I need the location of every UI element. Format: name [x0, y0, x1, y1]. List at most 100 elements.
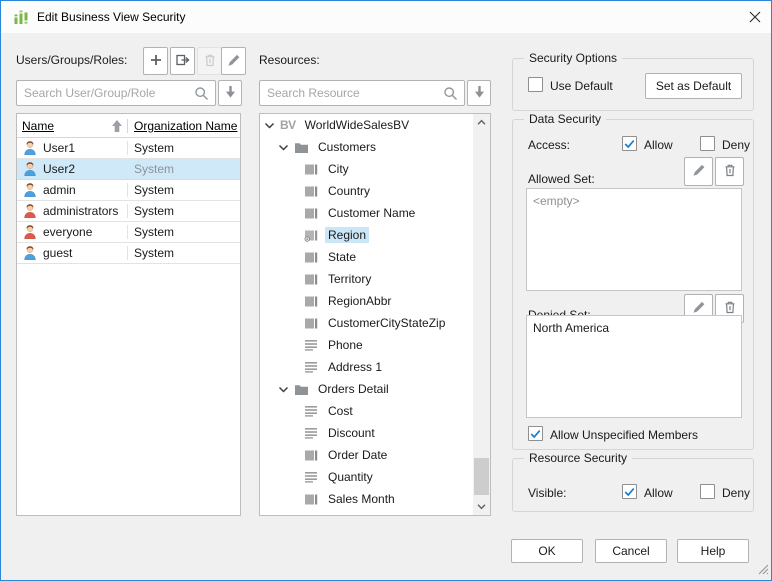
ok-button[interactable]: OK — [511, 539, 583, 563]
detail-field-icon — [304, 338, 319, 352]
tree-item-orders-detail[interactable]: Orders Detail — [260, 378, 473, 400]
help-button[interactable]: Help — [677, 539, 749, 563]
tree-item-phone[interactable]: Phone — [260, 334, 473, 356]
dimension-secured-icon — [304, 228, 319, 242]
cancel-button[interactable]: Cancel — [595, 539, 667, 563]
allow-unspecified-label: Allow Unspecified Members — [550, 428, 698, 442]
export-user-button[interactable] — [170, 47, 195, 75]
search-user-input[interactable] — [17, 86, 194, 100]
business-view-icon: BV — [280, 118, 296, 132]
pencil-icon — [227, 53, 241, 70]
add-user-button[interactable] — [143, 47, 168, 75]
trash-icon — [203, 53, 217, 70]
table-row-user2-selected[interactable]: User2 System — [17, 159, 240, 180]
search-resource-input[interactable] — [260, 86, 443, 100]
dimension-icon — [304, 492, 319, 506]
users-table: Name Organization Name User1 System User… — [16, 113, 241, 516]
edit-allowed-set-button[interactable] — [684, 157, 713, 186]
tree-item-discount[interactable]: Discount — [260, 422, 473, 444]
visible-label: Visible: — [528, 486, 566, 500]
tree-item-customercitystatezip[interactable]: CustomerCityStateZip — [260, 312, 473, 334]
resize-grip[interactable] — [756, 562, 769, 578]
tree-item-cost[interactable]: Cost — [260, 400, 473, 422]
tree-item-territory[interactable]: Territory — [260, 268, 473, 290]
tree-item-sales-month[interactable]: Sales Month — [260, 488, 473, 510]
tree-item-regionabbr[interactable]: RegionAbbr — [260, 290, 473, 312]
edit-user-button[interactable] — [221, 47, 246, 75]
access-deny-checkbox[interactable] — [700, 136, 715, 151]
column-header-organization[interactable]: Organization Name — [127, 119, 240, 133]
resource-security-legend: Resource Security — [524, 451, 632, 465]
table-row-admin[interactable]: admin System — [17, 180, 240, 201]
access-allow-checkbox[interactable] — [622, 136, 637, 151]
delete-user-button[interactable] — [197, 47, 222, 75]
detail-field-icon — [304, 404, 319, 418]
tree-item-address-1[interactable]: Address 1 — [260, 356, 473, 378]
clear-allowed-set-button[interactable] — [715, 157, 744, 186]
visible-allow-checkbox[interactable] — [622, 484, 637, 499]
chevron-down-icon[interactable] — [264, 120, 276, 130]
detail-field-icon — [304, 360, 319, 374]
allow-unspecified-checkbox[interactable] — [528, 426, 543, 441]
plus-icon — [149, 53, 163, 70]
close-icon[interactable] — [743, 6, 767, 28]
chevron-down-icon[interactable] — [278, 384, 290, 394]
dimension-icon — [304, 316, 319, 330]
trash-icon — [723, 163, 737, 180]
person-blue-icon — [22, 161, 38, 177]
tree-item-city[interactable]: City — [260, 158, 473, 180]
visible-deny-label: Deny — [722, 486, 750, 500]
dimension-icon — [304, 294, 319, 308]
set-as-default-button[interactable]: Set as Default — [645, 73, 742, 99]
table-row-everyone[interactable]: everyone System — [17, 222, 240, 243]
denied-set-box[interactable]: North America — [526, 315, 742, 418]
person-blue-icon — [22, 182, 38, 198]
access-label: Access: — [528, 138, 570, 152]
tree-item-quantity[interactable]: Quantity — [260, 466, 473, 488]
tree-item-region-selected[interactable]: Region — [260, 224, 473, 246]
access-allow-label: Allow — [644, 138, 673, 152]
tree-item-partial — [260, 510, 473, 515]
resource-security-group: Resource Security Visible: Allow Deny — [512, 458, 754, 512]
use-default-checkbox[interactable] — [528, 77, 543, 92]
tree-scrollbar[interactable] — [473, 114, 490, 515]
table-row-user1[interactable]: User1 System — [17, 138, 240, 159]
apply-user-search-button[interactable] — [218, 80, 242, 106]
dimension-icon — [304, 448, 319, 462]
tree-item-state[interactable]: State — [260, 246, 473, 268]
scroll-down-icon[interactable] — [473, 498, 490, 515]
column-header-name[interactable]: Name — [17, 119, 127, 133]
tree-item-customer-name[interactable]: Customer Name — [260, 202, 473, 224]
tree-item-customers[interactable]: Customers — [260, 136, 473, 158]
tree-item-country[interactable]: Country — [260, 180, 473, 202]
visible-deny-checkbox[interactable] — [700, 484, 715, 499]
detail-field-icon — [304, 470, 319, 484]
window-title: Edit Business View Security — [37, 10, 186, 24]
access-deny-label: Deny — [722, 138, 750, 152]
allowed-set-box[interactable]: <empty> — [526, 188, 742, 291]
apply-resource-search-button[interactable] — [467, 80, 491, 106]
table-row-administrators[interactable]: administrators System — [17, 201, 240, 222]
users-table-header: Name Organization Name — [17, 114, 240, 138]
dialog-edit-business-view-security: Edit Business View Security Users/Groups… — [0, 0, 772, 581]
resource-search-box — [259, 80, 465, 106]
tree-item-order-date[interactable]: Order Date — [260, 444, 473, 466]
person-red-icon — [22, 203, 38, 219]
dimension-icon — [304, 206, 319, 220]
scrollbar-thumb[interactable] — [474, 458, 489, 495]
table-row-guest[interactable]: guest System — [17, 243, 240, 264]
visible-allow-label: Allow — [644, 486, 673, 500]
security-options-group: Security Options Use Default Set as Defa… — [512, 58, 754, 111]
chevron-down-icon[interactable] — [278, 142, 290, 152]
folder-icon — [294, 140, 309, 154]
tree-item-worldwidesalesbv[interactable]: BV WorldWideSalesBV — [260, 114, 473, 136]
export-icon — [175, 53, 190, 70]
person-blue-icon — [22, 245, 38, 261]
dimension-icon — [304, 184, 319, 198]
security-options-legend: Security Options — [524, 51, 622, 65]
folder-icon — [294, 382, 309, 396]
search-icon — [443, 86, 458, 101]
scroll-up-icon[interactable] — [473, 114, 490, 131]
titlebar: Edit Business View Security — [1, 1, 771, 33]
use-default-label: Use Default — [550, 79, 613, 93]
